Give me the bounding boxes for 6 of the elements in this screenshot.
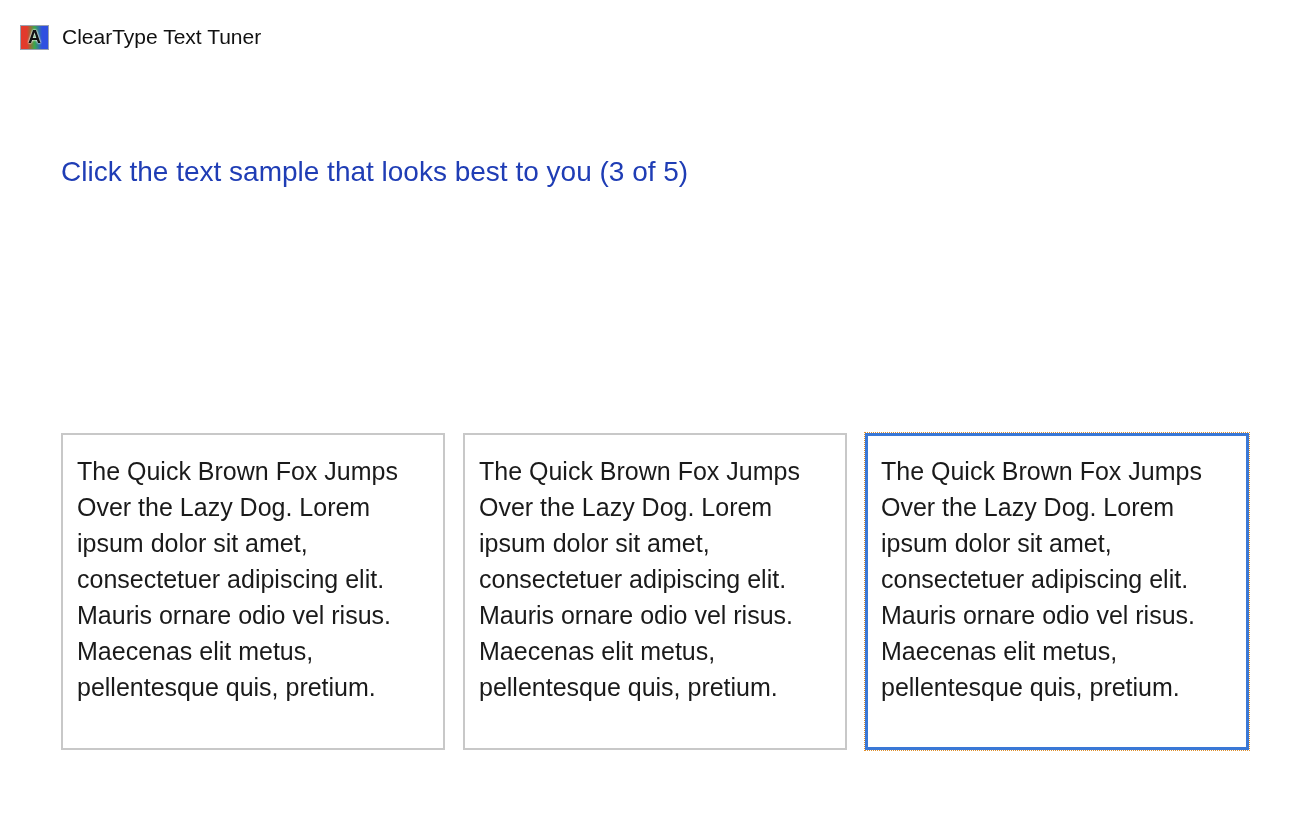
text-sample-option[interactable]: The Quick Brown Fox Jumps Over the Lazy Dog. Lorem ipsum dolor sit amet, consectetuer adipiscing elit. Mauris ornare odio vel risus. Maecenas elit metus, pellentesque quis, pretium. <box>61 433 445 750</box>
text-sample-option[interactable]: The Quick Brown Fox Jumps Over the Lazy Dog. Lorem ipsum dolor sit amet, consectetuer adipiscing elit. Mauris ornare odio vel risus. Maecenas elit metus, pellentesque quis, pretium. <box>865 433 1249 750</box>
app-logo: A <box>20 24 49 50</box>
instruction-heading: Click the text sample that looks best to you (3 of 5) <box>61 156 689 188</box>
text-sample-option[interactable]: The Quick Brown Fox Jumps Over the Lazy Dog. Lorem ipsum dolor sit amet, consectetuer adipiscing elit. Mauris ornare odio vel risus. Maecenas elit metus, pellentesque quis, pretium. <box>463 433 847 750</box>
window-title: ClearType Text Tuner <box>62 24 262 50</box>
